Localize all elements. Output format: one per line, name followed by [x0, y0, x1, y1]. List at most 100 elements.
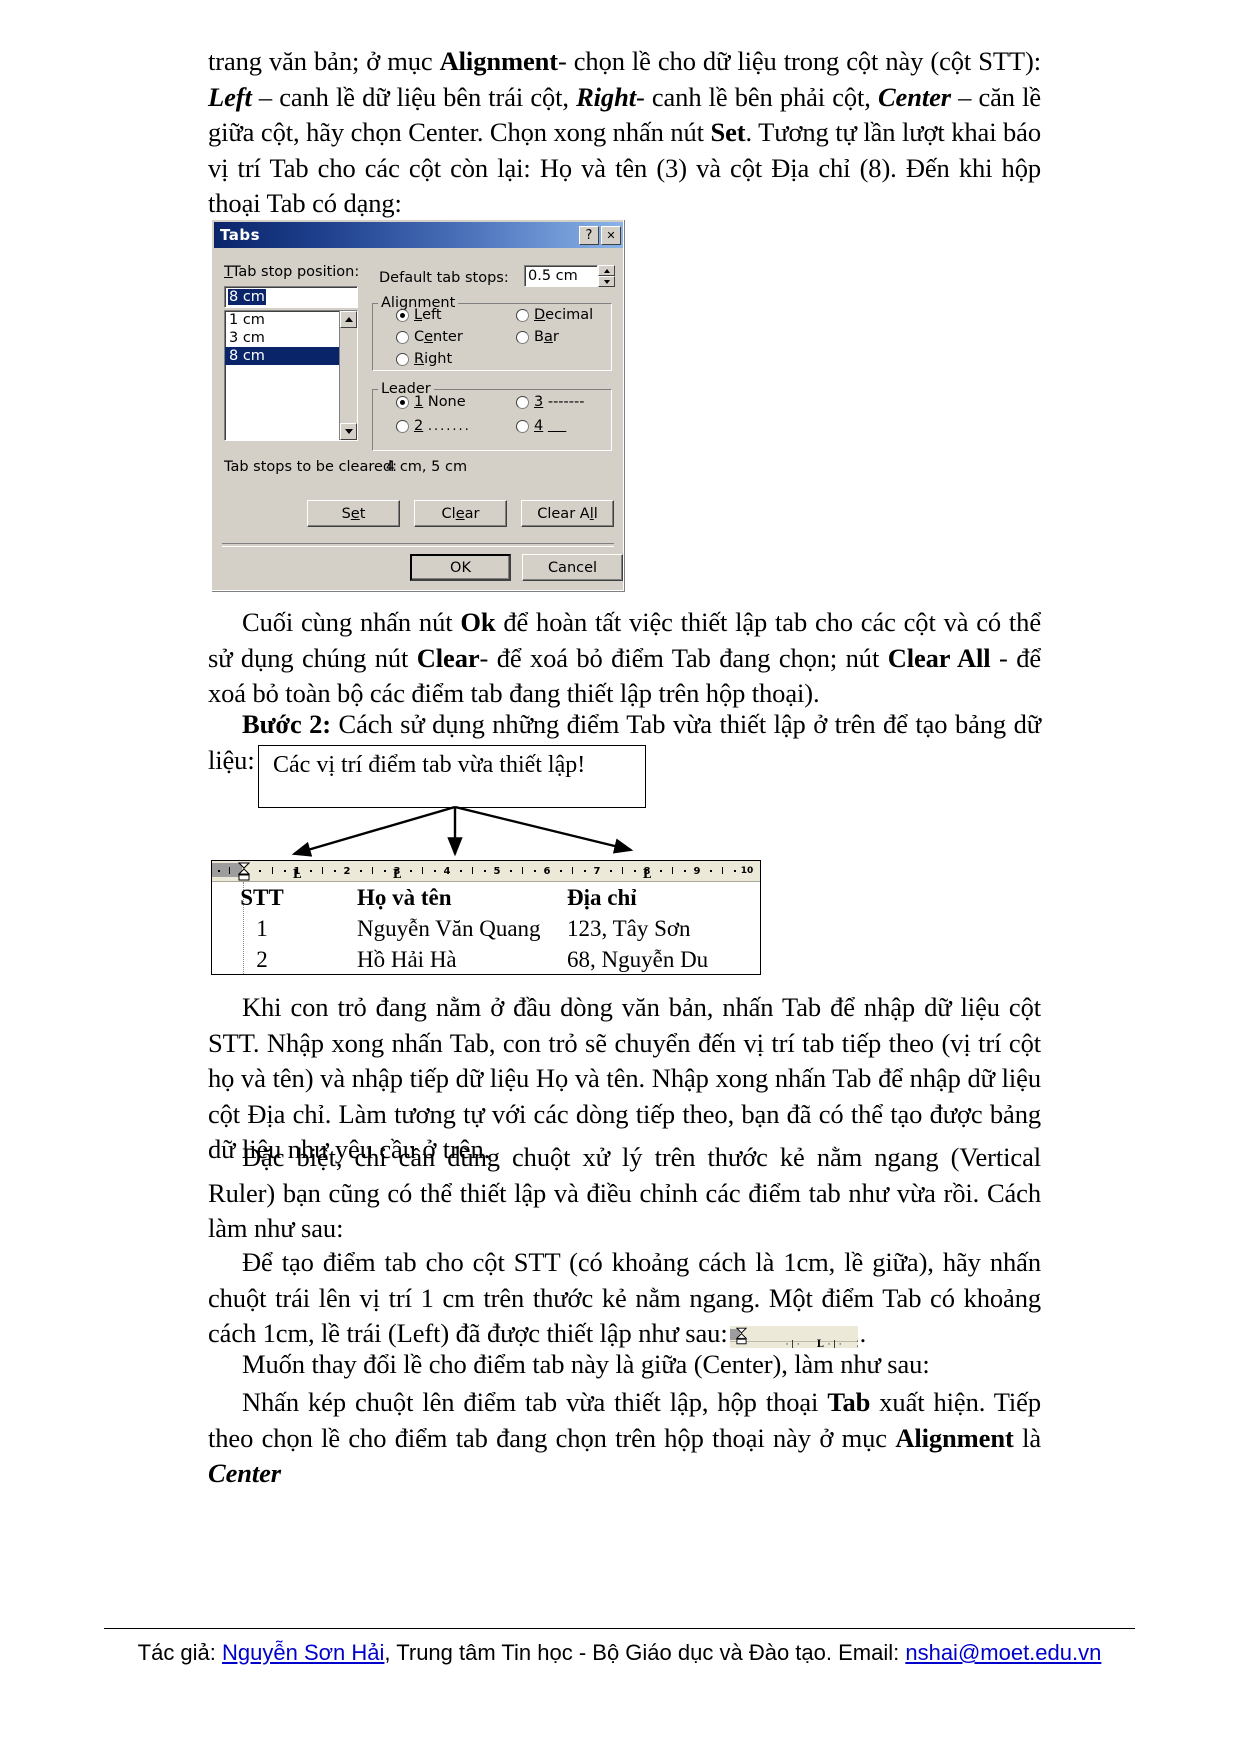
tab-stop-listbox[interactable]: 1 cm 3 cm 8 cm [224, 310, 358, 441]
mini-indent-marker-icon [735, 1327, 747, 1345]
default-tab-stops-input[interactable]: 0.5 cm [524, 265, 598, 287]
spinner-down-icon[interactable] [598, 276, 615, 287]
cell-stt: 1 [256, 916, 268, 941]
default-tab-stops-spinner[interactable] [598, 265, 615, 287]
run-bolditalic-center: Center [208, 1458, 282, 1488]
radio-label: Center [414, 329, 463, 345]
run-text: Để tạo điểm tab cho cột STT (có khoảng c… [208, 1247, 1041, 1348]
scroll-down-icon[interactable] [340, 423, 357, 440]
table-row: 1 Nguyễn Văn Quang 123, Tây Sơn [212, 916, 760, 947]
close-icon[interactable]: ✕ [601, 225, 621, 245]
footer-middle: , Trung tâm Tin học - Bộ Giáo dục và Đào… [384, 1640, 906, 1665]
cell-hovaten: Họ và tên [357, 885, 452, 910]
list-item[interactable]: 1 cm [225, 311, 357, 329]
run-text: – canh lề dữ liệu bên trái cột, [251, 81, 577, 112]
dialog-title: Tabs [220, 226, 261, 244]
radio-leader-none[interactable]: 1 None [396, 394, 466, 410]
footer-author-link[interactable]: Nguyễn Sơn Hải [222, 1640, 384, 1665]
callout-arrows [291, 806, 634, 857]
set-button[interactable]: Set [307, 500, 400, 527]
run-text: - canh lề bên phải cột, [635, 81, 878, 112]
clear-button[interactable]: Clear [414, 500, 507, 527]
paragraph-8: Nhấn kép chuột lên điểm tab vừa thiết lậ… [208, 1385, 1041, 1492]
run-text: - để xoá bỏ điểm Tab đang chọn; nút [479, 642, 888, 673]
table-row: 2 Hồ Hải Hà 68, Nguyễn Du [212, 947, 760, 974]
radio-alignment-left[interactable]: LLefteft [396, 307, 442, 323]
tab-stop-position-label: TTab stop position: [224, 264, 360, 280]
radio-leader-dashes[interactable]: 3 ------- [516, 394, 584, 410]
paragraph-7: Muốn thay đổi lề cho điểm tab này là giữ… [242, 1349, 930, 1379]
paragraph-5: Đặc biệt, chỉ cần dùng chuột xử lý trên … [208, 1142, 1041, 1243]
clear-all-button[interactable]: Clear All [521, 500, 614, 527]
scroll-up-icon[interactable] [340, 311, 357, 328]
footer-email-link[interactable]: nshai@moet.edu.vn [905, 1640, 1101, 1665]
run-text: Nhấn kép chuột lên điểm tab vừa thiết lậ… [242, 1387, 828, 1417]
run-period: . [859, 1318, 867, 1348]
radio-alignment-center[interactable]: Center [396, 329, 463, 345]
paragraph-7-block: Muốn thay đổi lề cho điểm tab này là giữ… [208, 1347, 1041, 1385]
radio-label: Right [414, 351, 453, 367]
footer-prefix: Tác giả: [137, 1640, 223, 1665]
listbox-scrollbar[interactable] [339, 311, 357, 440]
radio-leader-underline[interactable]: 4 [516, 418, 566, 434]
ok-button[interactable]: OK [410, 554, 511, 581]
run-text: - chọn lề cho dữ liệu trong cột này (cột… [557, 46, 1042, 76]
list-item[interactable]: 8 cm [225, 347, 357, 365]
ruler-number: 2 [343, 866, 351, 877]
radio-icon [396, 330, 409, 344]
tab-marker-8cm[interactable]: L [643, 867, 651, 881]
run-bold-alignment: Alignment [439, 46, 558, 76]
radio-label: Decimal [534, 307, 594, 323]
run-bolditalic-center: Center [877, 81, 951, 112]
run-bold-tab: Tab [827, 1387, 871, 1417]
radio-label: Bar [534, 329, 559, 345]
paragraph-8-block: Nhấn kép chuột lên điểm tab vừa thiết lậ… [208, 1385, 1041, 1494]
ruler-number: 4 [443, 866, 451, 877]
paragraph-6-block: Để tạo điểm tab cho cột STT (có khoảng c… [208, 1245, 1041, 1354]
cancel-button[interactable]: Cancel [522, 554, 623, 581]
callout-box: Các vị trí điểm tab vừa thiết lập! [258, 745, 646, 808]
tab-marker-1cm[interactable]: L [293, 867, 301, 881]
radio-label: 3 ------- [534, 394, 585, 410]
run-bold-buoc2: Bước 2: [242, 709, 332, 739]
run-text: là [1013, 1422, 1041, 1453]
radio-leader-dots[interactable]: 2 ....... [396, 418, 471, 434]
inline-mini-ruler[interactable]: · | ·L· | ·2· | [729, 1326, 858, 1348]
tabs-dialog[interactable]: Tabs ? ✕ TTab stop position: 8 cm 1 cm 3… [211, 219, 624, 591]
run-bold-ok: Ok [460, 607, 496, 637]
ruler-number: 6 [543, 866, 551, 877]
dialog-titlebar: Tabs ? ✕ [214, 222, 623, 248]
radio-label: LLefteft [414, 307, 442, 323]
radio-alignment-bar[interactable]: Bar [516, 329, 559, 345]
cell-diachi: 123, Tây Sơn [567, 916, 691, 941]
tab-stop-position-label-text: Tab stop position: [231, 264, 360, 280]
radio-label: 4 [534, 418, 544, 434]
help-icon[interactable]: ? [579, 225, 599, 245]
indent-marker-icon[interactable] [238, 862, 250, 881]
run-bolditalic-left: Left [208, 81, 252, 112]
cell-diachi: 68, Nguyễn Du [567, 947, 709, 972]
run-bold-set: Set [710, 117, 746, 147]
spinner-up-icon[interactable] [598, 265, 615, 276]
radio-icon [396, 308, 409, 322]
paragraph-6: Để tạo điểm tab cho cột STT (có khoảng c… [208, 1245, 1041, 1352]
radio-icon [516, 308, 529, 322]
default-tab-stops-label-text: Default tab stops: [379, 270, 509, 286]
horizontal-ruler[interactable]: 1 2 3 4 5 6 7 8 9 10 L L L [212, 861, 760, 882]
run-bolditalic-right: Right [576, 81, 636, 112]
radio-alignment-decimal[interactable]: Decimal [516, 307, 593, 323]
cell-stt: 2 [256, 947, 268, 972]
tab-stops-cleared-value: 4 cm, 5 cm [386, 459, 468, 475]
run-text: Cuối cùng nhấn nút [242, 607, 461, 637]
radio-alignment-right[interactable]: Right [396, 351, 452, 367]
word-document-sample: 1 2 3 4 5 6 7 8 9 10 L L L STT Họ và tên… [211, 860, 761, 975]
radio-icon [396, 395, 409, 409]
radio-icon [396, 419, 409, 433]
tab-stop-position-value: 8 cm [228, 289, 266, 305]
tab-marker-3cm[interactable]: L [393, 867, 401, 881]
cell-diachi: Địa chỉ [567, 885, 637, 910]
document-page: trang văn bản; ở mục Alignment- chọn lề … [0, 0, 1239, 1754]
radio-label: 1 None [414, 394, 466, 410]
tab-stop-position-input[interactable]: 8 cm [224, 286, 358, 308]
list-item[interactable]: 3 cm [225, 329, 357, 347]
